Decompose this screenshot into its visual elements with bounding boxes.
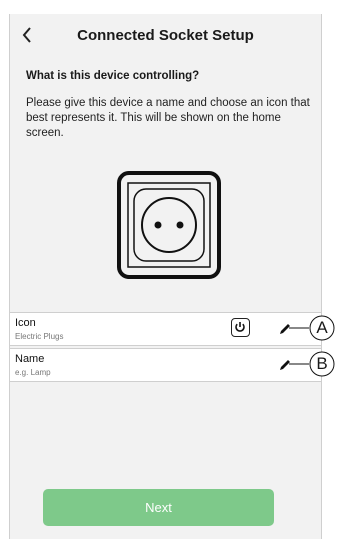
section-description: Please give this device a name and choos…	[26, 97, 310, 139]
name-row-placeholder: e.g. Lamp	[15, 368, 51, 377]
next-button[interactable]: Next	[43, 489, 274, 526]
name-row-label: Name	[15, 353, 45, 365]
power-icon	[235, 322, 245, 332]
icon-row[interactable]: Icon Electric Plugs	[10, 312, 321, 346]
icon-row-label: Icon	[15, 317, 36, 329]
socket-icon	[117, 171, 221, 279]
section-question: What is this device controlling?	[26, 70, 200, 82]
header: Connected Socket Setup	[10, 14, 321, 56]
app-screen: Connected Socket Setup What is this devi…	[9, 14, 322, 539]
name-row[interactable]: Name e.g. Lamp	[10, 348, 321, 382]
callout-b: B	[316, 354, 328, 373]
power-icon-preview	[231, 318, 250, 337]
callout-a: A	[316, 318, 328, 337]
page-title: Connected Socket Setup	[77, 27, 254, 44]
icon-row-value: Electric Plugs	[15, 332, 64, 341]
